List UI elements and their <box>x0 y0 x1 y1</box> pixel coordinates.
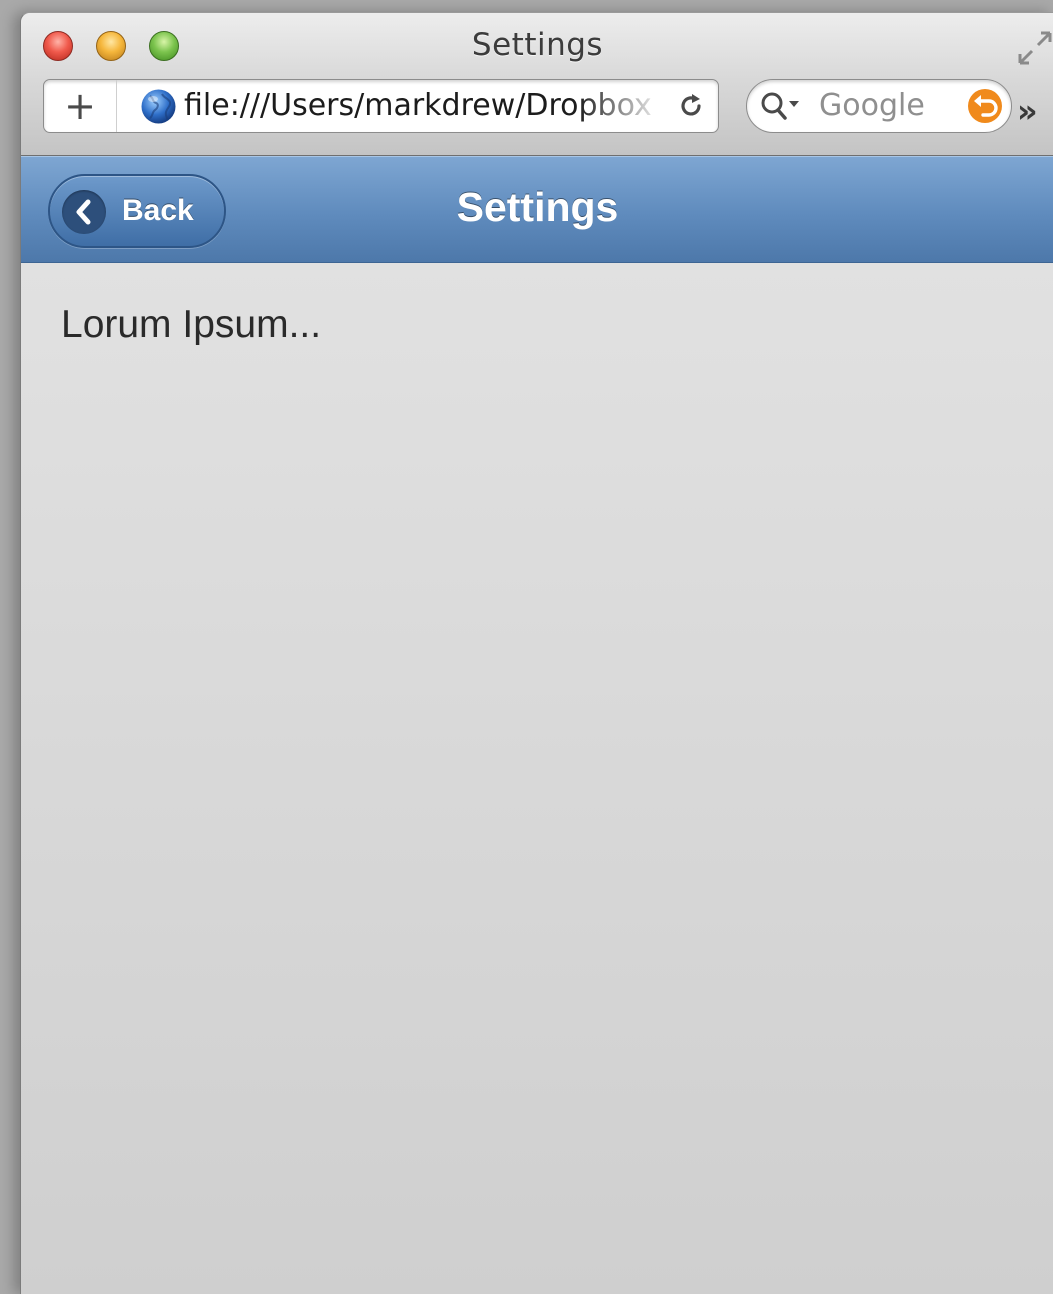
add-bookmark-button[interactable]: + <box>44 80 117 132</box>
window-title: Settings <box>471 27 604 63</box>
search-field[interactable]: Google <box>746 79 1012 133</box>
fullscreen-icon[interactable] <box>1016 29 1053 67</box>
browser-window: Settings + file:///Users/markdrew/Dropbo… <box>20 12 1053 1294</box>
globe-icon <box>141 89 176 124</box>
page-title: Settings <box>456 184 619 230</box>
title-bar: Settings + file:///Users/markdrew/Dropbo… <box>21 13 1053 156</box>
url-text[interactable]: file:///Users/markdrew/Dropbox <box>184 80 664 132</box>
body-text: Lorum Ipsum... <box>61 303 322 346</box>
app-header: Back Settings <box>21 156 1053 263</box>
snapback-icon[interactable] <box>967 88 1003 124</box>
address-bar[interactable]: + file:///Users/markdrew/Dropbox <box>43 79 719 133</box>
search-placeholder: Google <box>819 88 925 123</box>
main-content: Lorum Ipsum... <box>21 263 1053 1294</box>
reload-icon[interactable] <box>676 91 706 121</box>
toolbar-overflow-button[interactable]: » <box>1017 95 1038 127</box>
search-icon[interactable] <box>759 90 803 122</box>
